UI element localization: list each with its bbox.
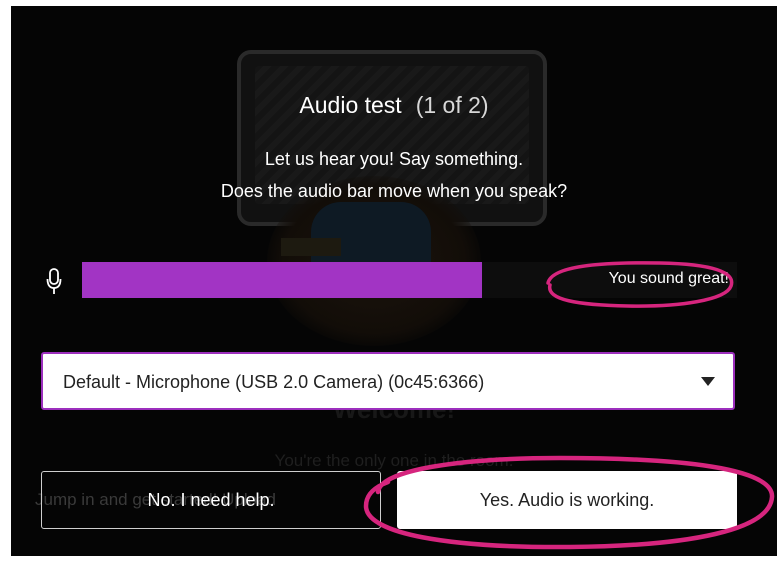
background-only-one-text: You're the only one in the room. bbox=[274, 451, 514, 470]
chevron-down-icon[interactable] bbox=[701, 377, 715, 386]
audio-test-dialog: Welcome! You're the only one in the room… bbox=[11, 6, 777, 556]
audio-level-meter: You sound great! bbox=[82, 262, 737, 298]
dialog-prompt-line-1: Let us hear you! Say something. bbox=[264, 149, 524, 169]
microphone-icon bbox=[46, 268, 62, 294]
audio-status-text: You sound great! bbox=[608, 270, 729, 287]
microphone-select-value: Default - Microphone (USB 2.0 Camera) (0… bbox=[63, 372, 485, 392]
need-help-button[interactable]: No. I need help. bbox=[41, 471, 381, 529]
need-help-button-label: No. I need help. bbox=[147, 489, 275, 510]
background-book-illustration bbox=[281, 238, 341, 256]
dialog-title-text: Audio test bbox=[299, 92, 402, 118]
audio-working-button-label: Yes. Audio is working. bbox=[479, 489, 655, 510]
audio-level-fill bbox=[82, 262, 482, 298]
dialog-step-indicator: (1 of 2) bbox=[415, 92, 489, 118]
dialog-prompt-line-2: Does the audio bar move when you speak? bbox=[220, 181, 568, 201]
dialog-title: Audio test (1 of 2) bbox=[11, 92, 777, 119]
audio-working-button[interactable]: Yes. Audio is working. bbox=[397, 471, 737, 529]
microphone-select[interactable]: Default - Microphone (USB 2.0 Camera) (0… bbox=[41, 352, 735, 410]
